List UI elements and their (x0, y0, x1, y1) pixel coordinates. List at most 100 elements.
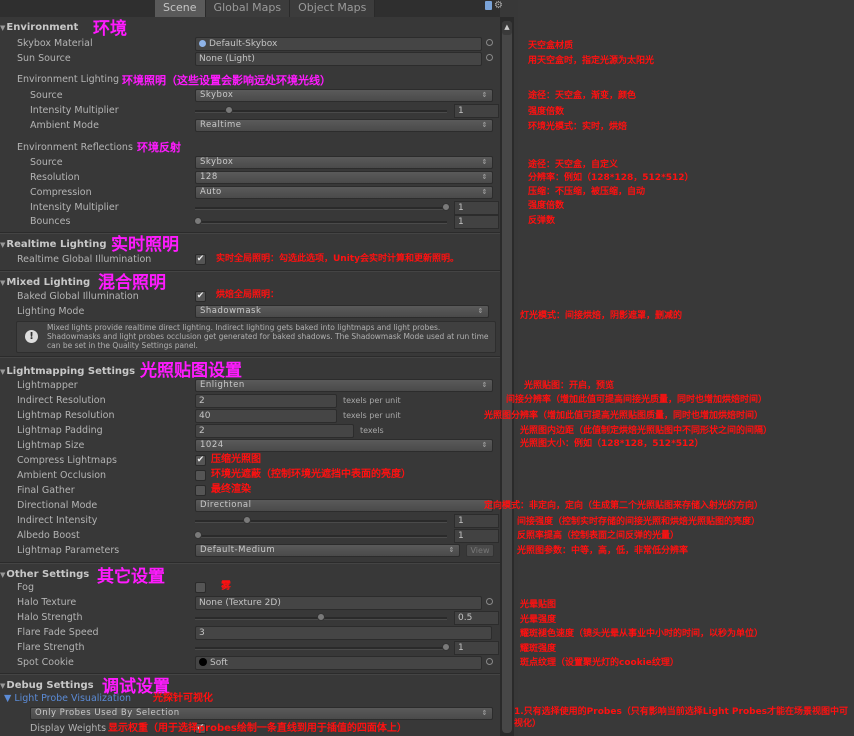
lightmapper-dropdown[interactable]: Enlighten ⇕ (195, 379, 493, 392)
indirect-intensity-slider[interactable] (195, 520, 447, 523)
ambient-occlusion-checkbox[interactable] (195, 470, 206, 481)
note-display-weights: 显示权重（用于选择probes绘制一条直线到用于插值的四面体上） (108, 723, 407, 734)
bounces-value-field[interactable]: 1 (454, 215, 499, 229)
compression-dropdown[interactable]: Auto ⇕ (195, 186, 493, 199)
tab-global-maps[interactable]: Global Maps (205, 0, 291, 17)
slider-handle[interactable] (317, 613, 325, 621)
slider-handle[interactable] (442, 203, 450, 211)
flare-fade-speed-field[interactable]: 3 (195, 626, 492, 640)
bounces-slider[interactable] (195, 221, 447, 224)
dropdown-arrow-icon: ⇕ (448, 546, 455, 554)
indirect-intensity-value-field[interactable]: 1 (454, 514, 499, 528)
reflection-intensity-slider[interactable] (195, 207, 447, 210)
dropdown-arrow-icon: ⇕ (481, 91, 488, 99)
reflection-source-dropdown[interactable]: Skybox ⇕ (195, 156, 493, 169)
slider-handle[interactable] (225, 106, 233, 114)
row-reflection-source: Source Skybox ⇕ (0, 155, 500, 170)
row-lightmap-resolution: Lightmap Resolution 40 texels per unit (0, 408, 500, 423)
row-intensity-multiplier: Intensity Multiplier 1 (0, 103, 500, 118)
dropdown-arrow-icon: ⇕ (481, 188, 488, 196)
label: Skybox Material (17, 38, 93, 49)
albedo-boost-slider[interactable] (195, 535, 447, 538)
row-resolution: Resolution 128 ⇕ (0, 170, 500, 185)
tab-object-maps[interactable]: Object Maps (290, 0, 376, 17)
foldout-arrow-icon: ▼ (4, 693, 12, 704)
label: Albedo Boost (17, 530, 80, 541)
lightmap-parameters-dropdown[interactable]: Default-Medium ⇕ (195, 544, 460, 557)
section-realtime-lighting-header[interactable]: ▼Realtime Lighting (0, 237, 107, 253)
slider-handle[interactable] (243, 516, 251, 524)
fog-checkbox[interactable] (195, 582, 206, 593)
lighting-mode-dropdown[interactable]: Shadowmask ⇕ (195, 305, 489, 318)
scrollbar-thumb[interactable] (502, 21, 512, 733)
directional-mode-dropdown[interactable]: Directional (195, 499, 493, 512)
lightmap-size-dropdown[interactable]: 1024 ⇕ (195, 439, 493, 452)
label: Compression (30, 187, 92, 198)
intensity-value-field[interactable]: 1 (454, 104, 499, 118)
note-compression: 压缩：不压缩，被压缩，自动 (528, 187, 646, 197)
object-picker-icon[interactable] (486, 54, 493, 61)
note-realtime-gi: 实时全局照明：勾选此选项，Unity会实时计算和更新照明。 (216, 254, 459, 264)
section-environment-header[interactable]: ▼Environment (0, 20, 78, 36)
row-fog: Fog 雾 (0, 580, 500, 595)
realtime-gi-checkbox[interactable]: ✔ (195, 254, 206, 265)
tab-bar: Scene Global Maps Object Maps (155, 0, 376, 17)
note-refl-intensity: 强度倍数 (528, 201, 565, 211)
halo-strength-value-field[interactable]: 0.5 (454, 611, 499, 625)
reflection-intensity-value-field[interactable]: 1 (454, 201, 499, 215)
indirect-resolution-field[interactable]: 2 (195, 394, 337, 408)
unit-label: texels per unit (343, 411, 401, 420)
row-lightmap-parameters: Lightmap Parameters Default-Medium ⇕ View (0, 543, 500, 558)
baked-gi-checkbox[interactable]: ✔ (195, 291, 206, 302)
foldout-arrow-icon: ▼ (0, 571, 6, 579)
slider-handle[interactable] (194, 217, 202, 225)
tab-scene[interactable]: Scene (155, 0, 206, 17)
row-ambient-source: Source Skybox ⇕ (0, 88, 500, 103)
foldout-arrow-icon: ▼ (0, 279, 6, 287)
label: Indirect Resolution (17, 395, 106, 406)
albedo-boost-value-field[interactable]: 1 (454, 529, 499, 543)
row-halo-strength: Halo Strength 0.5 (0, 610, 500, 625)
scroll-up-arrow-icon[interactable]: ▲ (502, 21, 512, 35)
flare-strength-slider[interactable] (195, 647, 447, 650)
skybox-material-field[interactable]: Default-Skybox (195, 37, 482, 51)
row-indirect-intensity: Indirect Intensity 1 (0, 513, 500, 528)
note-halo-strength: 光晕强度 (520, 615, 557, 625)
lightmap-padding-field[interactable]: 2 (195, 424, 354, 438)
row-light-probe-visualization[interactable]: ▼ Light Probe Visualization 光探针可视化 (0, 691, 500, 706)
view-button[interactable]: View (466, 544, 494, 557)
probe-visualization-mode-dropdown[interactable]: Only Probes Used By Selection ⇕ (30, 707, 493, 720)
vertical-scrollbar[interactable]: ▲ (500, 17, 514, 736)
section-divider (0, 356, 500, 358)
dropdown-arrow-icon: ⇕ (481, 709, 488, 717)
note-indirect-resolution: 间接分辨率（增加此值可提高间接光质量，同时也增加烘焙时间） (506, 395, 768, 405)
label: Flare Fade Speed (17, 627, 99, 638)
ambient-source-dropdown[interactable]: Skybox ⇕ (195, 89, 493, 102)
sun-source-field[interactable]: None (Light) (195, 52, 482, 66)
toolbar-icons: ⚙ (485, 0, 503, 11)
final-gather-checkbox[interactable] (195, 485, 206, 496)
light-probe-visualization-foldout[interactable]: ▼ Light Probe Visualization (4, 691, 131, 706)
compress-lightmaps-checkbox[interactable]: ✔ (195, 455, 206, 466)
object-picker-icon[interactable] (486, 598, 493, 605)
object-picker-icon[interactable] (486, 658, 493, 665)
flare-strength-value-field[interactable]: 1 (454, 641, 499, 655)
resolution-dropdown[interactable]: 128 ⇕ (195, 171, 493, 184)
spot-cookie-field[interactable]: Soft (195, 656, 482, 670)
lightmap-resolution-field[interactable]: 40 (195, 409, 337, 423)
halo-texture-field[interactable]: None (Texture 2D) (195, 596, 482, 610)
help-icon[interactable] (485, 0, 492, 10)
ambient-mode-dropdown[interactable]: Realtime ⇕ (195, 119, 493, 132)
unit-label: texels per unit (343, 396, 401, 405)
object-picker-icon[interactable] (486, 39, 493, 46)
slider-handle[interactable] (194, 531, 202, 539)
note-ambient-mode: 环境光模式：实时，烘焙 (528, 122, 628, 132)
slider-handle[interactable] (442, 643, 450, 651)
label: Lightmap Size (17, 440, 85, 451)
settings-gear-icon[interactable]: ⚙ (494, 0, 503, 11)
dropdown-arrow-icon: ⇕ (481, 173, 488, 181)
label: Source (30, 157, 63, 168)
row-bounces: Bounces 1 (0, 214, 500, 229)
label: Fog (17, 582, 34, 593)
material-icon (199, 40, 206, 47)
